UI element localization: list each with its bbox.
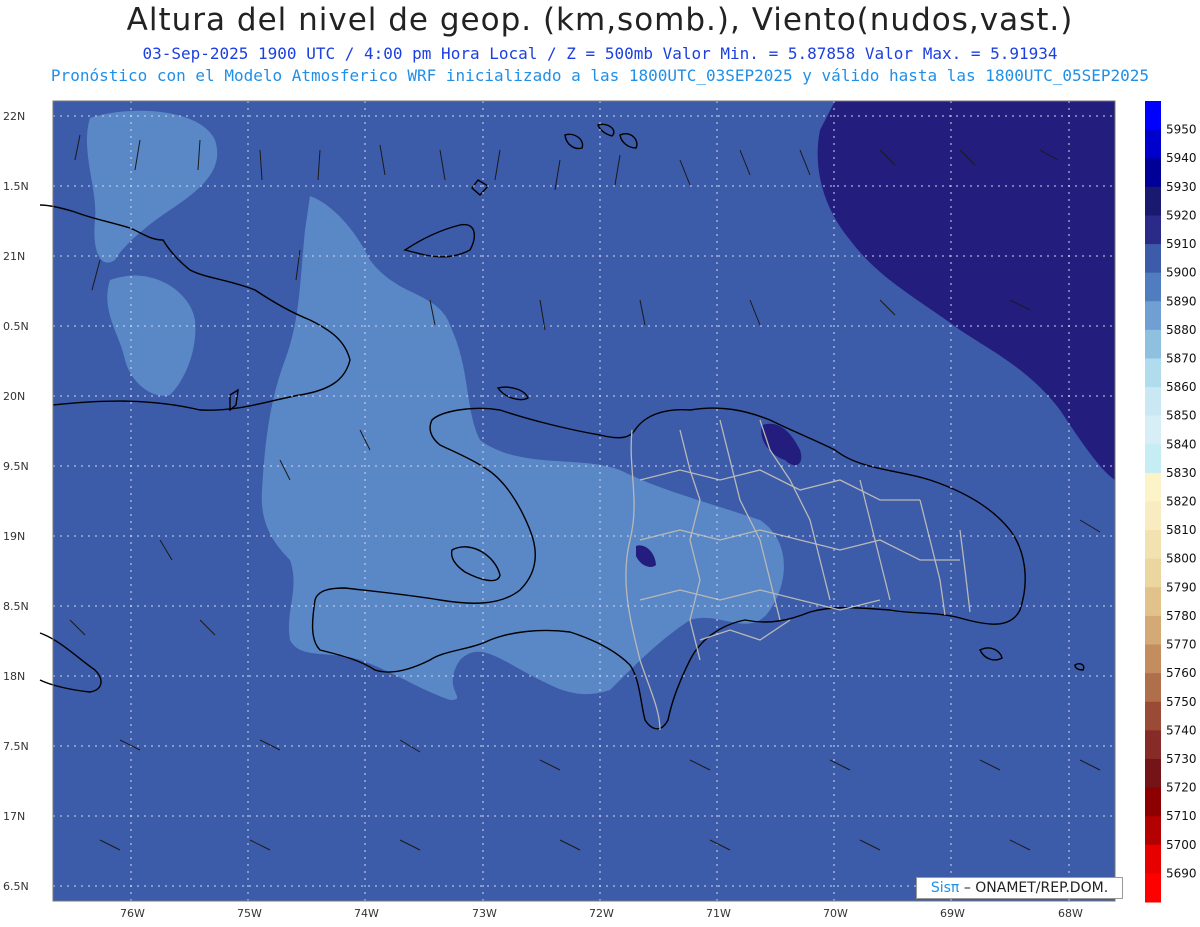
colorbar-swatch xyxy=(1145,472,1161,502)
lat-label: 8.5N xyxy=(3,600,29,613)
colorbar-label: 5900 xyxy=(1166,266,1197,280)
colorbar-swatch xyxy=(1145,587,1161,617)
lat-label: 6.5N xyxy=(3,880,29,893)
credit-brand: Sisπ xyxy=(930,880,960,896)
credit-box: Sisπ – ONAMET/REP.DOM. xyxy=(916,877,1123,899)
colorbar-swatch xyxy=(1145,186,1161,216)
colorbar-label: 5880 xyxy=(1166,323,1197,337)
colorbar-swatch xyxy=(1145,644,1161,674)
colorbar-label: 5930 xyxy=(1166,180,1197,194)
lat-label: 1.5N xyxy=(3,180,29,193)
colorbar-swatch xyxy=(1145,158,1161,188)
lon-label: 71W xyxy=(706,907,731,920)
colorbar-label: 5760 xyxy=(1166,666,1197,680)
colorbar-label: 5870 xyxy=(1166,351,1197,365)
colorbar-swatch xyxy=(1145,272,1161,302)
colorbar-swatch xyxy=(1145,787,1161,817)
lon-label: 73W xyxy=(472,907,497,920)
colorbar-label: 5770 xyxy=(1166,638,1197,652)
colorbar-swatch xyxy=(1145,501,1161,531)
colorbar-swatch xyxy=(1145,244,1161,274)
lon-label: 68W xyxy=(1058,907,1083,920)
colorbar-swatch xyxy=(1145,615,1161,646)
colorbar-swatch xyxy=(1145,358,1161,388)
longitude-labels: 76W 75W 74W 73W 72W 71W 70W 69W 68W xyxy=(120,907,1083,920)
colorbar-label: 5700 xyxy=(1166,838,1197,852)
colorbar-label: 5850 xyxy=(1166,409,1197,423)
weather-map: 22N 1.5N 21N 0.5N 20N 9.5N 19N 8.5N 18N … xyxy=(3,100,1197,920)
colorbar-swatch xyxy=(1145,730,1161,760)
colorbar-label: 5950 xyxy=(1166,123,1197,137)
lat-label: 9.5N xyxy=(3,460,29,473)
lon-label: 69W xyxy=(940,907,965,920)
colorbar-label: 5800 xyxy=(1166,552,1197,566)
colorbar: 5950 5940 5930 5920 5910 5900 5890 5880 5870 5860… xyxy=(1145,101,1197,903)
colorbar-swatch xyxy=(1145,673,1161,703)
colorbar-label: 5740 xyxy=(1166,723,1197,737)
colorbar-swatch xyxy=(1145,329,1161,359)
colorbar-swatch xyxy=(1145,558,1161,588)
lat-label: 21N xyxy=(3,250,25,263)
colorbar-label: 5860 xyxy=(1166,380,1197,394)
colorbar-label: 5820 xyxy=(1166,495,1197,509)
colorbar-label: 5790 xyxy=(1166,580,1197,594)
colorbar-swatch xyxy=(1145,816,1161,846)
lon-label: 76W xyxy=(120,907,145,920)
colorbar-label: 5690 xyxy=(1166,866,1197,880)
lon-label: 70W xyxy=(823,907,848,920)
colorbar-label: 5940 xyxy=(1166,151,1197,165)
colorbar-swatch xyxy=(1145,530,1161,560)
lon-label: 75W xyxy=(237,907,262,920)
colorbar-swatch xyxy=(1145,301,1161,331)
colorbar-label: 5920 xyxy=(1166,208,1197,222)
colorbar-swatch xyxy=(1145,129,1161,159)
colorbar-swatch xyxy=(1145,101,1161,131)
colorbar-label: 5780 xyxy=(1166,609,1197,623)
colorbar-swatch xyxy=(1145,387,1161,417)
lat-label: 17N xyxy=(3,810,25,823)
lat-label: 0.5N xyxy=(3,320,29,333)
lon-label: 74W xyxy=(354,907,379,920)
colorbar-label: 5730 xyxy=(1166,752,1197,766)
colorbar-label: 5710 xyxy=(1166,809,1197,823)
credit-text: – ONAMET/REP.DOM. xyxy=(963,880,1109,896)
colorbar-swatch xyxy=(1145,758,1161,789)
colorbar-label: 5840 xyxy=(1166,437,1197,451)
colorbar-swatch xyxy=(1145,701,1161,731)
colorbar-swatch xyxy=(1145,415,1161,445)
lat-label: 22N xyxy=(3,110,25,123)
colorbar-label: 5910 xyxy=(1166,237,1197,251)
latitude-labels: 22N 1.5N 21N 0.5N 20N 9.5N 19N 8.5N 18N … xyxy=(3,110,29,893)
lat-label: 18N xyxy=(3,670,25,683)
colorbar-swatch xyxy=(1145,844,1161,874)
colorbar-label: 5720 xyxy=(1166,781,1197,795)
colorbar-swatch xyxy=(1145,444,1161,474)
lat-label: 20N xyxy=(3,390,25,403)
colorbar-label: 5890 xyxy=(1166,294,1197,308)
colorbar-label: 5810 xyxy=(1166,523,1197,537)
lon-label: 72W xyxy=(589,907,614,920)
lat-label: 7.5N xyxy=(3,740,29,753)
colorbar-label: 5750 xyxy=(1166,695,1197,709)
lat-label: 19N xyxy=(3,530,25,543)
colorbar-swatch xyxy=(1145,873,1161,903)
colorbar-swatch xyxy=(1145,215,1161,245)
colorbar-label: 5830 xyxy=(1166,466,1197,480)
